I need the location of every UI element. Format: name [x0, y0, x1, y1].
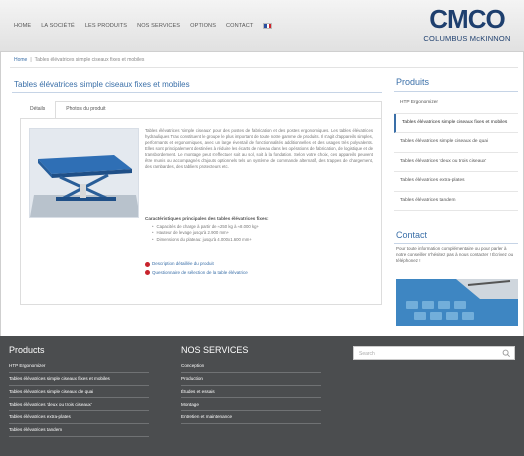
breadcrumb-current: Tables élévatrices simple ciseaux fixes … — [34, 57, 145, 63]
sidebar-item-single-scissor-fixed-mobile[interactable]: Tables élévatrices simple ciseaux fixes … — [394, 113, 518, 133]
french-flag-icon[interactable] — [263, 23, 273, 29]
footer-products-title: Products — [9, 345, 45, 355]
title-divider — [12, 92, 382, 93]
nav-products[interactable]: LES PRODUITS — [85, 23, 127, 29]
footer-search-input[interactable]: Search — [353, 346, 515, 360]
tab-photos[interactable]: Photos du produit — [56, 101, 115, 118]
footer-service-link[interactable]: Montage — [181, 398, 321, 412]
feature-item: Dimensions du plateau: jusqu'à 4.000x1.6… — [152, 237, 259, 243]
breadcrumb-divider — [10, 67, 518, 68]
sidebar-products-divider — [394, 91, 518, 92]
breadcrumb: Home | Tables élévatrices simple ciseaux… — [14, 57, 144, 63]
contact-text: Pour toute information complémentaire ou… — [396, 246, 514, 264]
features-list: Capacités de charge à partir de ≈250 kg … — [152, 224, 260, 243]
doc-link-label: Questionnaire de sélection de la table é… — [152, 269, 248, 275]
footer-services-list: Conception Production Études et essais M… — [181, 360, 321, 424]
footer-products-list: HTP Ergonomizer Tables élévatrices simpl… — [9, 360, 149, 437]
sidebar-item-tandem[interactable]: Tables élévatrices tandem — [394, 192, 518, 211]
sidebar-item-single-scissor-dock[interactable]: Tables élévatrices simple ciseaux de qua… — [394, 133, 518, 153]
sidebar-contact-title: Contact — [396, 230, 428, 240]
footer-service-link[interactable]: Entretien et maintenance — [181, 411, 321, 424]
pdf-icon — [145, 261, 150, 267]
product-image[interactable] — [29, 128, 139, 218]
sidebar-products-title: Produits — [396, 77, 430, 87]
nav-contact[interactable]: CONTACT — [226, 23, 253, 29]
document-links: Description détaillée du produit Questio… — [145, 260, 248, 277]
main-nav: HOME LA SOCIÉTÉ LES PRODUITS NOS SERVICE… — [14, 23, 273, 29]
nav-home[interactable]: HOME — [14, 23, 31, 29]
sidebar-item-extra-flat[interactable]: Tables élévatrices extra-plates — [394, 172, 518, 192]
company-logo[interactable]: CMCO COLUMBUS McKINNON — [420, 6, 514, 46]
product-description-link[interactable]: Description détaillée du produit — [145, 260, 248, 269]
selection-questionnaire-link[interactable]: Questionnaire de sélection de la table é… — [145, 269, 248, 278]
footer-service-link[interactable]: Études et essais — [181, 386, 321, 399]
contact-image[interactable] — [396, 279, 518, 326]
nav-company[interactable]: LA SOCIÉTÉ — [41, 23, 75, 29]
footer-product-link[interactable]: Tables élévatrices tandem — [9, 424, 149, 437]
search-icon[interactable] — [502, 349, 511, 360]
logo-subtitle: COLUMBUS McKINNON — [423, 34, 511, 43]
footer-service-link[interactable]: Conception — [181, 360, 321, 373]
sidebar-item-double-triple-scissor[interactable]: Tables élévatrices 'deux ou trois ciseau… — [394, 153, 518, 172]
footer-service-link[interactable]: Production — [181, 373, 321, 386]
breadcrumb-separator: | — [30, 57, 32, 63]
sidebar-item-htp-ergonomizer[interactable]: HTP Ergonomizer — [394, 94, 518, 114]
site-header: HOME LA SOCIÉTÉ LES PRODUITS NOS SERVICE… — [0, 0, 524, 52]
footer-product-link[interactable]: HTP Ergonomizer — [9, 360, 149, 373]
product-tabs: Détails Photos du produit — [20, 101, 116, 118]
doc-link-label: Description détaillée du produit — [152, 261, 214, 266]
sidebar-contact-divider — [394, 243, 518, 244]
footer-product-link[interactable]: Tables élévatrices simple ciseaux de qua… — [9, 386, 149, 399]
nav-options[interactable]: OPTIONS — [190, 23, 216, 29]
pdf-icon — [145, 270, 150, 276]
page-title: Tables élévatrices simple ciseaux fixes … — [14, 80, 190, 89]
nav-services[interactable]: NOS SERVICES — [137, 23, 180, 29]
footer-product-link[interactable]: Tables élévatrices extra-plates — [9, 411, 149, 424]
sidebar-products-list: HTP Ergonomizer Tables élévatrices simpl… — [394, 94, 518, 211]
search-placeholder: Search — [359, 350, 375, 357]
footer-services-title: NOS SERVICES — [181, 345, 249, 355]
logo-mark: CMCO — [429, 4, 505, 34]
footer-product-link[interactable]: Tables élévatrices 'deux ou trois ciseau… — [9, 398, 149, 412]
tab-divider — [20, 118, 382, 119]
breadcrumb-home[interactable]: Home — [14, 57, 27, 63]
features-title: Caractéristiques principales des tables … — [145, 216, 269, 221]
product-description: Tables élévatrices 'simple ciseaux' pour… — [145, 128, 373, 169]
tab-details[interactable]: Détails — [20, 101, 57, 118]
footer-product-link[interactable]: Tables élévatrices simple ciseaux fixes … — [9, 373, 149, 386]
